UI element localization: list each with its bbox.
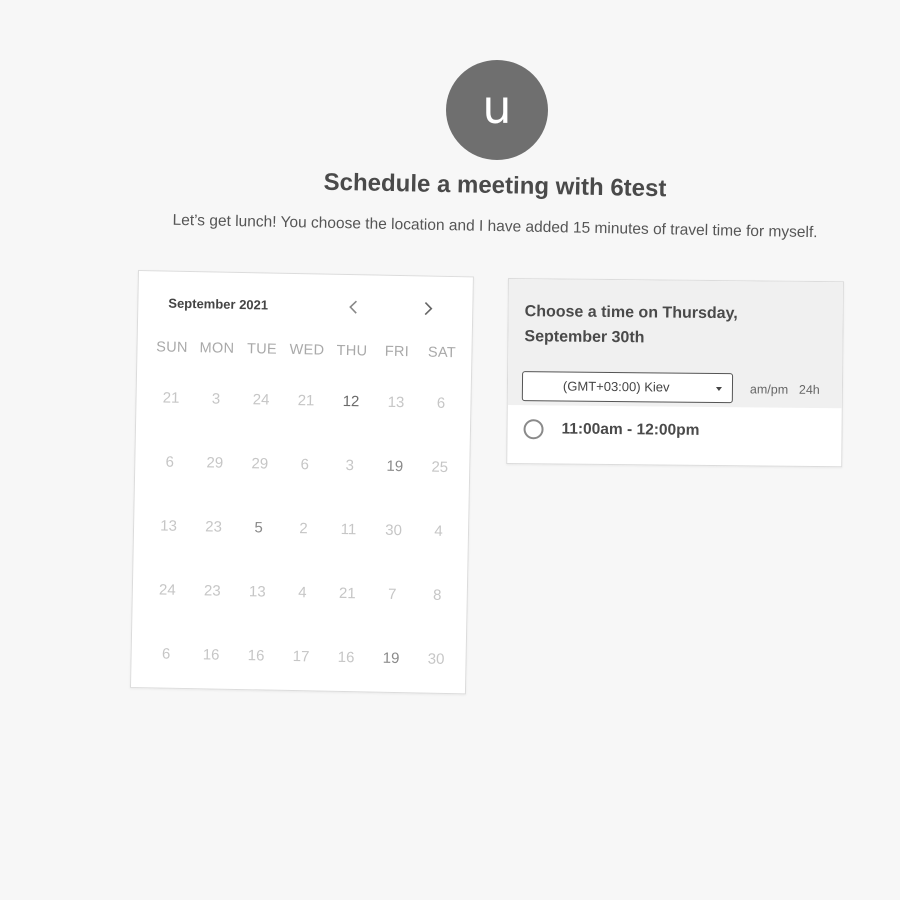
weekday-header-row: SUN MON TUE WED THU FRI SAT [149,339,464,361]
time-slot-label: 11:00am - 12:00pm [561,420,700,439]
previous-month-button[interactable] [341,295,365,319]
calendar-day: 24 [158,581,176,599]
calendar-day: 6 [161,645,171,663]
avatar-letter: u [482,80,512,134]
calendar-day-available[interactable]: 5 [235,519,281,584]
calendar-day: 4 [434,522,443,540]
calendar-day: 3 [211,390,221,408]
radio-button-icon[interactable] [523,419,544,440]
chevron-right-icon [424,301,433,316]
calendar-day: 8 [432,586,442,604]
calendar-card: September 2021 SUN MON TUE WED THU FRI S… [129,270,474,695]
time-slot-option[interactable]: 11:00am - 12:00pm [507,409,841,456]
timezone-value: (GMT+03:00) Kiev [562,378,670,395]
calendar-day: 13 [160,517,178,535]
time-picker-card: Choose a time on Thursday, September 30t… [506,278,844,468]
timezone-select[interactable]: (GMT+03:00) Kiev [521,371,734,404]
page-title: Schedule a meeting with 6test [323,168,667,203]
calendar-day: 3 [345,457,355,475]
time-picker-title: Choose a time on Thursday, September 30t… [524,303,738,347]
calendar-month-label: September 2021 [168,295,269,313]
calendar-day: 30 [427,650,445,668]
calendar-day: 21 [338,584,356,603]
calendar-day: 6 [165,453,175,471]
weekday-label: TUE [246,341,278,358]
calendar-day: 17 [292,648,310,666]
calendar-day: 6 [436,394,446,412]
calendar-day: 30 [385,521,403,540]
weekday-label: THU [336,342,368,360]
calendar-day: 29 [251,455,269,473]
calendar-day: 21 [162,389,180,407]
calendar-day-available[interactable]: 19 [368,649,414,714]
next-month-button[interactable] [416,296,440,320]
calendar-day: 11 [340,520,357,539]
ampm-format-toggle[interactable]: am/pm [750,382,788,396]
24h-format-toggle[interactable]: 24h [799,383,820,397]
calendar-day: 21 [297,392,315,410]
calendar-day: 25 [431,458,449,476]
meeting-description: Let’s get lunch! You choose the location… [172,211,818,242]
calendar-day: 13 [248,583,266,601]
calendar-day: 24 [252,391,270,409]
caret-down-icon [715,387,722,392]
calendar-day: 13 [387,393,405,412]
weekday-label: SAT [427,344,457,362]
weekday-label: FRI [384,343,410,361]
calendar-day: 23 [205,518,223,536]
calendar-day: 16 [202,646,220,664]
weekday-label: SUN [156,339,188,356]
calendar-day: 2 [299,520,308,538]
host-avatar: u [446,60,548,160]
calendar-day: 23 [203,582,221,600]
calendar-day: 7 [387,585,397,604]
chevron-left-icon [349,300,357,314]
calendar-day: 16 [337,648,355,667]
calendar-day: 29 [206,454,224,472]
calendar-day: 6 [300,456,310,474]
calendar-day: 4 [298,584,307,602]
calendar-day-available[interactable]: 19 [371,458,417,523]
calendar-day-grid: 21 3 24 21 12 13 6 6 29 29 6 3 19 25 13 … [143,389,464,715]
weekday-label: MON [199,340,235,357]
calendar-day-available[interactable]: 12 [327,393,373,458]
time-picker-header: Choose a time on Thursday, September 30t… [507,279,843,409]
calendar-day: 16 [247,647,265,665]
weekday-label: WED [289,341,325,359]
